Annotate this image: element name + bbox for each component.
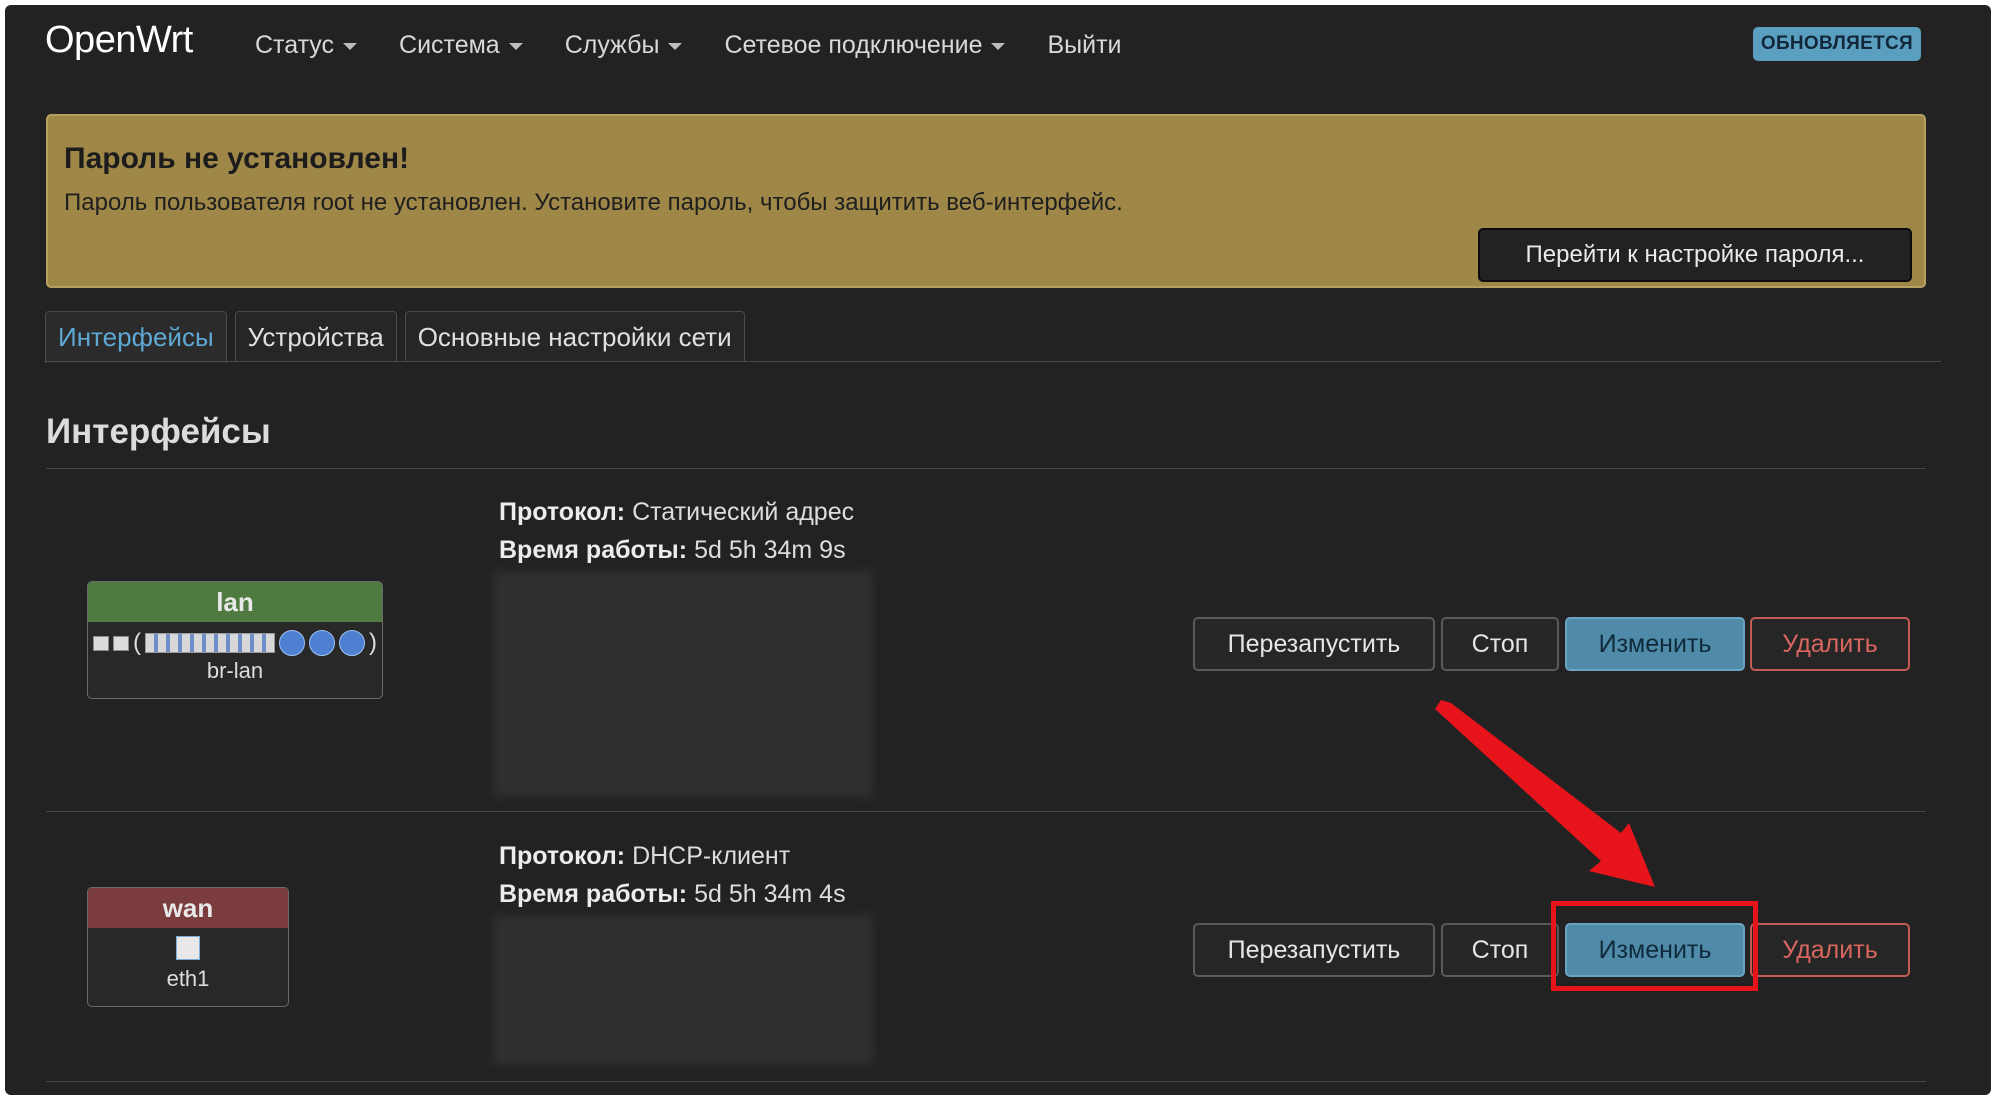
annotation-arrow-icon	[1435, 700, 1655, 887]
app-window: OpenWrt Статус Система Службы Сетевое по…	[5, 5, 1991, 1095]
